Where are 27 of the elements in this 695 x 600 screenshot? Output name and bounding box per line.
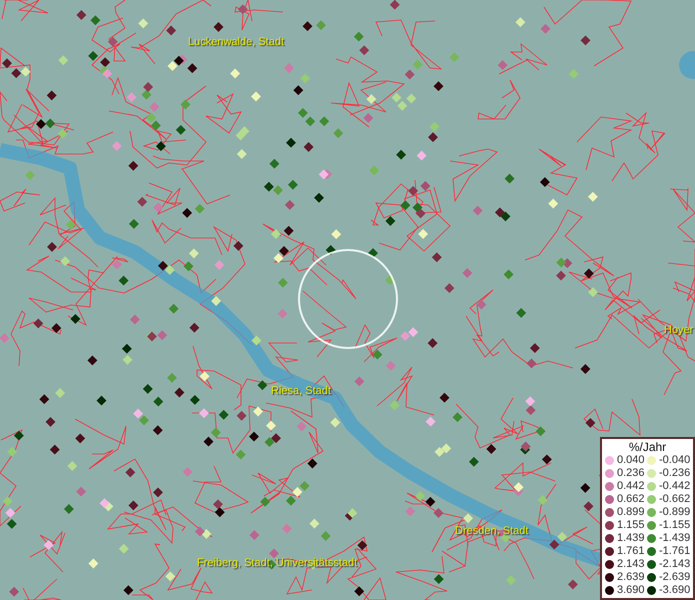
legend-value: -0.442 <box>659 480 690 493</box>
selection-circle[interactable] <box>298 249 398 349</box>
legend-value: -3.690 <box>659 584 690 597</box>
place-label: Riesa, Stadt <box>271 386 331 397</box>
legend-value: -0.236 <box>659 467 690 480</box>
legend-value: 0.236 <box>617 467 645 480</box>
legend-value: 0.899 <box>617 506 645 519</box>
legend-value: 0.442 <box>617 480 645 493</box>
legend-value: -0.040 <box>659 454 690 467</box>
legend-value: 0.662 <box>617 493 645 506</box>
legend-value: -1.761 <box>659 545 690 558</box>
legend-value: 1.439 <box>617 532 645 545</box>
legend-value: 2.639 <box>617 571 645 584</box>
legend-value: 1.761 <box>617 545 645 558</box>
place-label: Luckenwalde, Stadt <box>188 37 284 48</box>
lake-drawing <box>679 51 695 79</box>
legend-value: -2.639 <box>659 571 690 584</box>
legend-value: -0.899 <box>659 506 690 519</box>
legend-value: 0.040 <box>617 454 645 467</box>
legend-value: -2.143 <box>659 558 690 571</box>
legend-value: 3.690 <box>617 584 645 597</box>
legend-value: 2.143 <box>617 558 645 571</box>
legend-title: %/Jahr <box>628 440 668 454</box>
legend-value: -1.155 <box>659 519 690 532</box>
legend-value: -1.439 <box>659 532 690 545</box>
legend-value: 1.155 <box>617 519 645 532</box>
legend-value: -0.662 <box>659 493 690 506</box>
